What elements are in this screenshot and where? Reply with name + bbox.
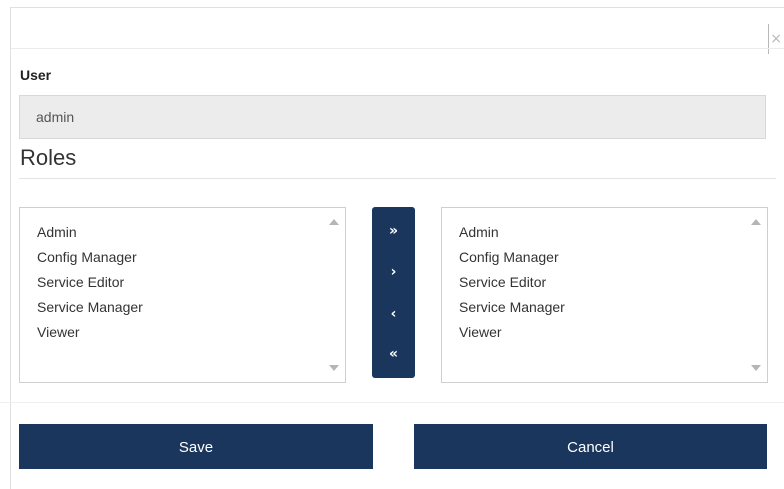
scroll-down-icon[interactable] — [751, 365, 761, 371]
save-button[interactable]: Save — [19, 424, 373, 469]
list-item[interactable]: Admin — [37, 220, 345, 245]
move-all-right-button[interactable]: » — [372, 212, 415, 250]
user-label: User — [20, 67, 52, 83]
close-divider — [768, 24, 769, 54]
header-divider — [11, 48, 784, 49]
move-all-left-button[interactable]: « — [372, 335, 415, 373]
scroll-up-icon[interactable] — [329, 219, 339, 225]
footer-divider — [0, 402, 784, 403]
close-icon[interactable]: × — [766, 24, 782, 54]
transfer-button-group: » › ‹ « — [372, 207, 415, 378]
move-right-button[interactable]: › — [372, 253, 415, 291]
selected-roles-list[interactable]: Admin Config Manager Service Editor Serv… — [441, 207, 768, 383]
user-field: admin — [19, 95, 766, 139]
list-item[interactable]: Service Editor — [37, 270, 345, 295]
list-item[interactable]: Config Manager — [37, 245, 345, 270]
close-glyph[interactable]: × — [770, 31, 782, 47]
roles-heading: Roles — [20, 145, 77, 170]
available-roles-list[interactable]: Admin Config Manager Service Editor Serv… — [19, 207, 346, 383]
list-item[interactable]: Viewer — [459, 320, 767, 345]
move-left-button[interactable]: ‹ — [372, 295, 415, 333]
roles-divider — [19, 178, 776, 179]
cancel-button[interactable]: Cancel — [414, 424, 767, 469]
scroll-down-icon[interactable] — [329, 365, 339, 371]
list-item[interactable]: Viewer — [37, 320, 345, 345]
scroll-up-icon[interactable] — [751, 219, 761, 225]
list-item[interactable]: Service Manager — [459, 295, 767, 320]
list-item[interactable]: Service Editor — [459, 270, 767, 295]
list-item[interactable]: Admin — [459, 220, 767, 245]
list-item[interactable]: Service Manager — [37, 295, 345, 320]
list-item[interactable]: Config Manager — [459, 245, 767, 270]
